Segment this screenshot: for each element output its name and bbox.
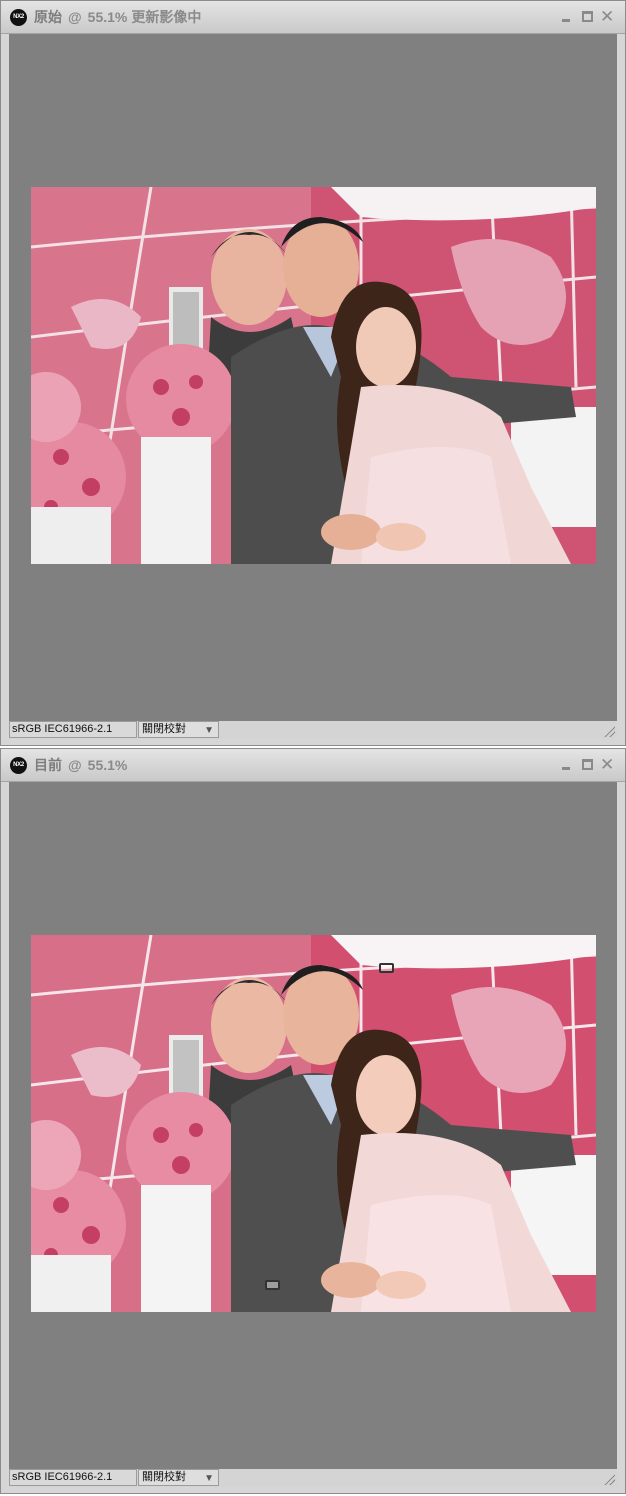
photo-illustration	[31, 935, 596, 1312]
window-zoom-level: 55.1%	[87, 757, 128, 773]
minimize-icon[interactable]	[560, 10, 573, 23]
window-status-text: 更新影像中	[131, 9, 202, 25]
photo-current[interactable]	[31, 935, 596, 1312]
window-titlebar[interactable]: NX2 目前 @55.1% ✕	[1, 749, 625, 782]
soft-proof-value: 關閉校對	[142, 723, 186, 735]
window-zoom-level: 55.1%	[87, 9, 128, 25]
close-icon[interactable]: ✕	[600, 756, 614, 773]
window-titlebar[interactable]: NX2 原始 @55.1% 更新影像中 ✕	[1, 1, 625, 34]
window-title-at: @	[68, 9, 82, 25]
color-profile-label: sRGB IEC61966-2.1	[9, 1469, 137, 1486]
window-title-name: 目前	[34, 757, 62, 773]
soft-proof-dropdown[interactable]: 關閉校對 ▼	[138, 721, 219, 738]
nx2-app-icon: NX2	[10, 9, 27, 26]
control-point-marker[interactable]	[379, 963, 394, 973]
maximize-icon[interactable]	[581, 10, 594, 23]
resize-grip-icon[interactable]	[603, 725, 615, 737]
soft-proof-dropdown[interactable]: 關閉校對 ▼	[138, 1469, 219, 1486]
photo-original[interactable]	[31, 187, 596, 564]
photo-illustration	[31, 187, 596, 564]
maximize-icon[interactable]	[581, 758, 594, 771]
original-image-window: NX2 原始 @55.1% 更新影像中 ✕ sRGB IEC61966-2.1 …	[0, 0, 626, 746]
window-title-name: 原始	[34, 9, 62, 25]
minimize-icon[interactable]	[560, 758, 573, 771]
chevron-down-icon: ▼	[204, 1473, 214, 1484]
close-icon[interactable]: ✕	[600, 8, 614, 25]
image-canvas[interactable]	[9, 34, 617, 721]
window-title: 目前 @55.1%	[34, 757, 131, 774]
nx2-app-icon: NX2	[10, 757, 27, 774]
chevron-down-icon: ▼	[204, 725, 214, 736]
image-canvas[interactable]	[9, 782, 617, 1469]
control-point-marker[interactable]	[265, 1280, 280, 1290]
window-title: 原始 @55.1% 更新影像中	[34, 9, 201, 26]
resize-grip-icon[interactable]	[603, 1473, 615, 1485]
window-title-at: @	[68, 757, 82, 773]
current-image-window: NX2 目前 @55.1% ✕ sRGB IEC61966-2.1 關閉校對 ▼	[0, 748, 626, 1494]
color-profile-label: sRGB IEC61966-2.1	[9, 721, 137, 738]
window-statusbar: sRGB IEC61966-2.1 關閉校對 ▼	[9, 721, 617, 739]
window-statusbar: sRGB IEC61966-2.1 關閉校對 ▼	[9, 1469, 617, 1487]
soft-proof-value: 關閉校對	[142, 1471, 186, 1483]
